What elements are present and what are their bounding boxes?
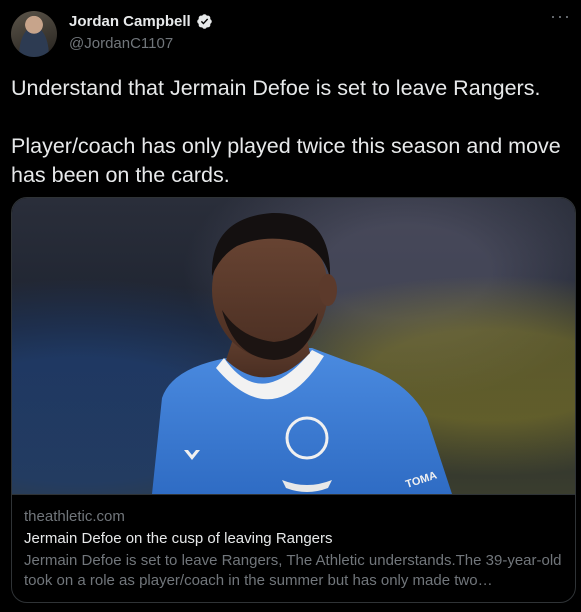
author-row: Jordan Campbell [69,13,213,30]
more-options-icon[interactable]: ··· [550,6,571,27]
tweet-text: Understand that Jermain Defoe is set to … [11,74,571,190]
card-image[interactable]: TOMA [12,198,575,494]
link-card[interactable]: TOMA theathletic.com Jermain Defoe on th… [11,197,576,603]
card-meta[interactable]: theathletic.com Jermain Defoe on the cus… [12,494,575,591]
tweet-paragraph: Understand that Jermain Defoe is set to … [11,76,541,100]
author-name[interactable]: Jordan Campbell [69,13,191,30]
card-title: Jermain Defoe on the cusp of leaving Ran… [24,530,333,547]
avatar[interactable] [11,11,57,57]
card-domain: theathletic.com [24,508,125,525]
ear-shape [319,274,337,306]
tweet-paragraph: Player/coach has only played twice this … [11,134,561,187]
card-description-line: took on a role as player/coach in the su… [24,572,493,589]
card-description-line: Jermain Defoe is set to leave Rangers, T… [24,552,562,569]
player-photo: TOMA [152,212,452,494]
verified-badge-icon [196,14,212,29]
author-handle[interactable]: @JordanC1107 [69,35,173,52]
